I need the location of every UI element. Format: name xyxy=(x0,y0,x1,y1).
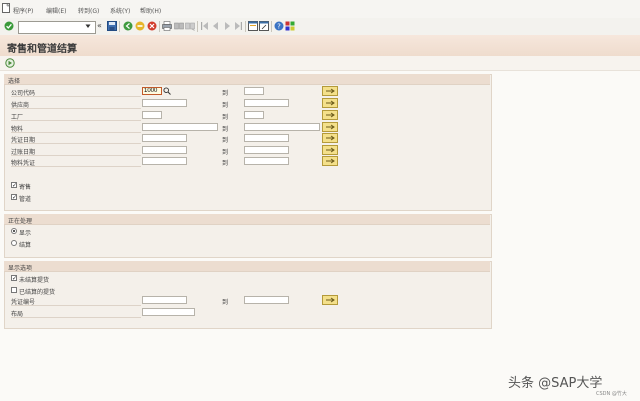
posting-date-from-field[interactable] xyxy=(142,146,187,154)
settle-radio[interactable] xyxy=(11,240,17,246)
menu-document-icon[interactable] xyxy=(2,2,11,14)
execute-icon[interactable] xyxy=(5,58,15,68)
svg-text:?: ? xyxy=(277,23,281,31)
application-toolbar xyxy=(0,56,640,71)
posting-date-to-field[interactable] xyxy=(244,146,289,154)
menu-help[interactable]: 帮助(H) xyxy=(140,6,161,15)
page-title: 寄售和管道结算 xyxy=(7,44,77,55)
material-from-field[interactable] xyxy=(142,123,218,131)
consignment-checkbox[interactable]: ✓ xyxy=(11,182,17,189)
posting-date-multi-select-button[interactable] xyxy=(322,145,338,155)
vendor-multi-select-button[interactable] xyxy=(322,98,338,108)
material-multi-select-button[interactable] xyxy=(322,122,338,132)
cancel-icon[interactable] xyxy=(147,21,157,31)
plant-multi-select-button[interactable] xyxy=(322,110,338,120)
plant-to-label: 到 xyxy=(222,114,229,121)
command-dropdown-icon[interactable] xyxy=(84,22,92,30)
consignment-label: 寄售 xyxy=(19,184,32,191)
material-to-field[interactable] xyxy=(244,123,320,131)
settled-withdrawals-checkbox[interactable] xyxy=(11,287,17,293)
vendor-to-label: 到 xyxy=(222,102,229,109)
selection-group-header xyxy=(4,74,490,85)
next-page-icon[interactable] xyxy=(222,21,232,31)
company-code-multi-select-button[interactable] xyxy=(322,86,338,96)
doc-number-from-field[interactable] xyxy=(142,296,187,304)
material-to-label: 到 xyxy=(222,126,229,133)
shortcut-icon[interactable] xyxy=(259,21,269,31)
company-code-to-field[interactable] xyxy=(244,87,264,95)
plant-from-field[interactable] xyxy=(142,111,162,119)
display-radio-label: 显示 xyxy=(19,230,32,237)
selection-group-title: 选择 xyxy=(8,78,21,85)
watermark-sub: CSDN @竹大 xyxy=(596,391,627,397)
customize-layout-icon[interactable] xyxy=(285,21,295,31)
title-band xyxy=(0,35,640,56)
menu-system[interactable]: 系统(Y) xyxy=(110,6,130,15)
display-radio[interactable] xyxy=(11,228,17,234)
settled-withdrawals-label: 已结算的提货 xyxy=(19,289,56,296)
display-options-group-header xyxy=(4,261,490,272)
document-date-to-field[interactable] xyxy=(244,134,289,142)
menu-goto[interactable]: 转到(G) xyxy=(78,6,99,15)
create-session-icon[interactable] xyxy=(248,21,258,31)
search-help-icon[interactable] xyxy=(163,87,171,95)
nav-back-icon[interactable]: « xyxy=(97,21,102,30)
watermark-text: 头条 @SAP大学 xyxy=(508,376,603,391)
document-date-to-label: 到 xyxy=(222,137,229,144)
company-code-to-label: 到 xyxy=(222,90,229,97)
pipeline-label: 管道 xyxy=(19,196,32,203)
processing-group-title: 正在处理 xyxy=(8,218,33,225)
back-icon[interactable] xyxy=(123,21,133,31)
previous-page-icon[interactable] xyxy=(211,21,221,31)
exit-icon[interactable] xyxy=(135,21,145,31)
material-document-multi-select-button[interactable] xyxy=(322,156,338,166)
menu-edit[interactable]: 编辑(E) xyxy=(46,6,66,15)
vendor-from-field[interactable] xyxy=(142,99,187,107)
layout-field[interactable] xyxy=(142,308,195,316)
last-page-icon[interactable] xyxy=(233,21,243,31)
standard-toolbar xyxy=(0,18,640,36)
find-icon[interactable] xyxy=(174,21,184,31)
plant-to-field[interactable] xyxy=(244,111,264,119)
material-document-to-label: 到 xyxy=(222,160,229,167)
settle-radio-label: 结算 xyxy=(19,242,32,249)
document-date-from-field[interactable] xyxy=(142,134,187,142)
help-icon[interactable]: ? xyxy=(274,21,284,31)
unsettled-withdrawals-label: 未结算提货 xyxy=(19,277,50,284)
unsettled-withdrawals-checkbox[interactable]: ✓ xyxy=(11,275,17,282)
material-document-to-field[interactable] xyxy=(244,157,289,165)
pipeline-checkbox[interactable]: ✓ xyxy=(11,194,17,201)
company-code-from-field[interactable] xyxy=(142,87,162,95)
processing-group-header xyxy=(4,214,490,225)
material-document-from-field[interactable] xyxy=(142,157,187,165)
doc-number-to-label: 到 xyxy=(222,299,229,306)
display-options-group-title: 显示选项 xyxy=(8,265,33,272)
menu-program[interactable]: 程序(P) xyxy=(13,6,33,15)
enter-check-icon[interactable] xyxy=(4,21,14,31)
vendor-to-field[interactable] xyxy=(244,99,289,107)
document-date-multi-select-button[interactable] xyxy=(322,133,338,143)
first-page-icon[interactable] xyxy=(200,21,210,31)
find-next-icon[interactable] xyxy=(185,21,195,31)
save-icon[interactable] xyxy=(107,21,117,31)
doc-number-multi-select-button[interactable] xyxy=(322,295,338,305)
posting-date-to-label: 到 xyxy=(222,149,229,156)
doc-number-to-field[interactable] xyxy=(244,296,289,304)
print-icon[interactable] xyxy=(162,21,172,31)
